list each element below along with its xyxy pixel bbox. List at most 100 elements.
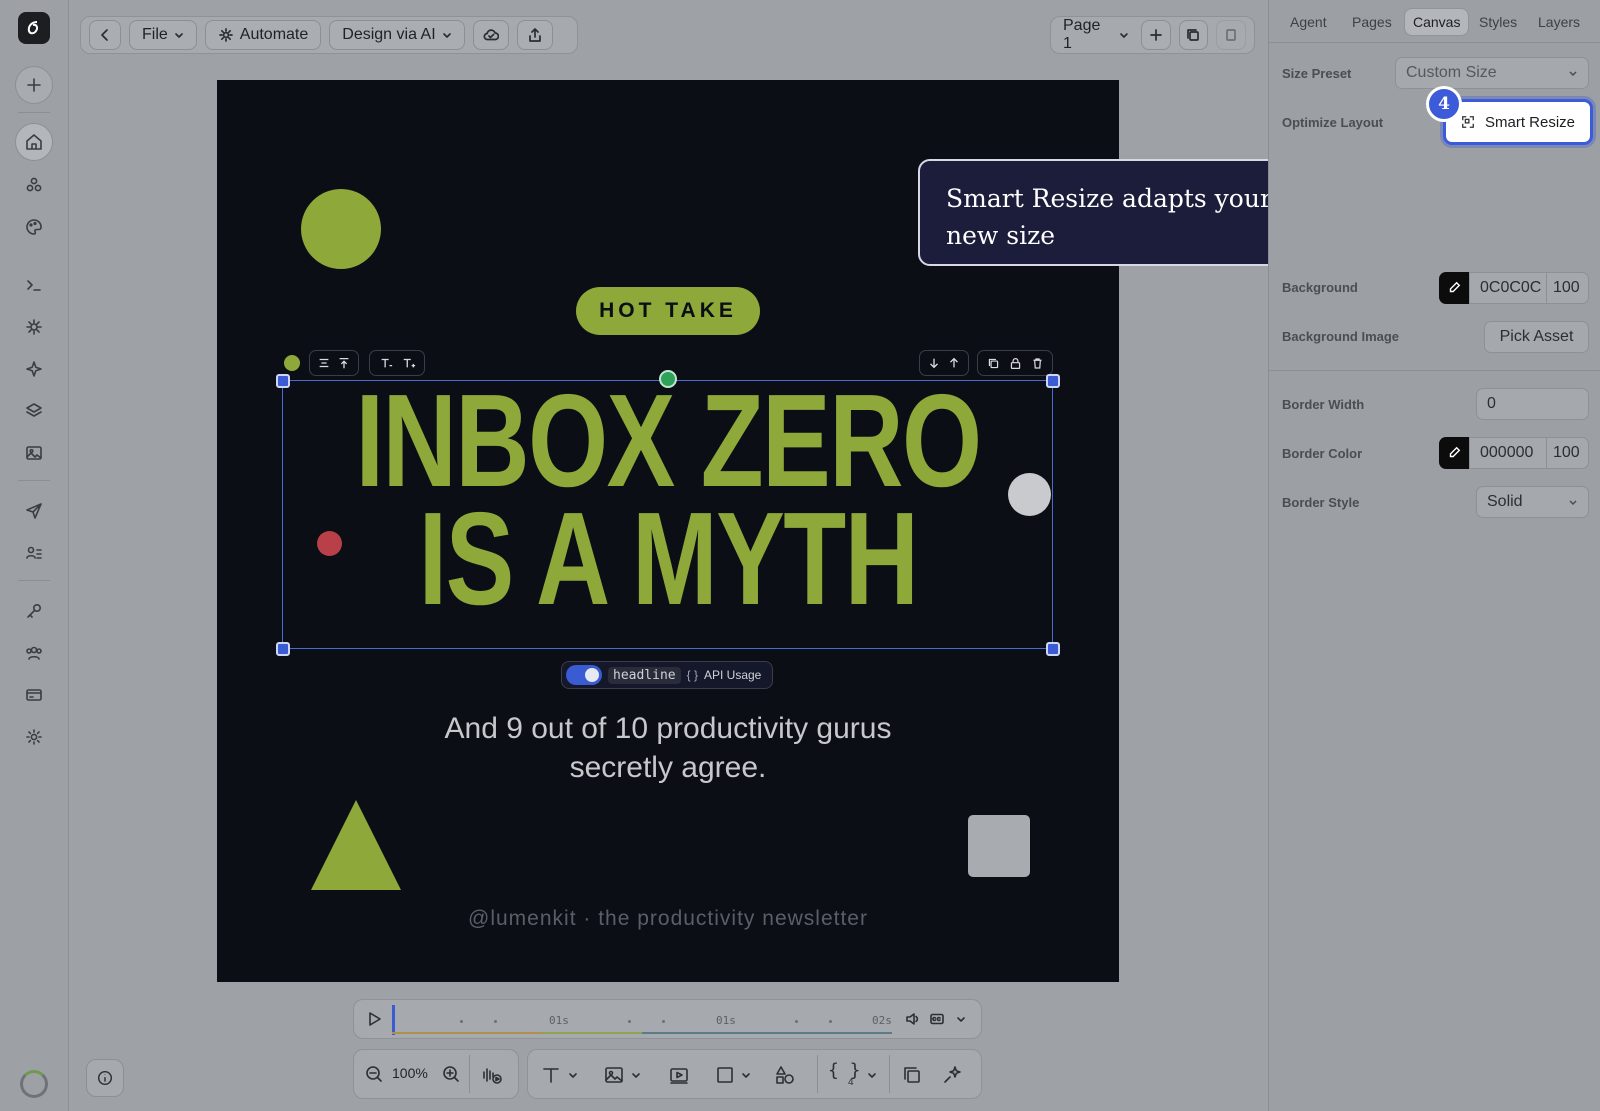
red-dot-shape[interactable]	[317, 531, 342, 556]
chevron-down-icon[interactable]	[631, 1070, 641, 1080]
background-label: Background	[1282, 280, 1358, 295]
back-button[interactable]	[89, 20, 121, 50]
rectangle-tool-icon[interactable]	[714, 1064, 736, 1086]
zoom-out-icon[interactable]	[364, 1064, 384, 1084]
cloud-sync-button[interactable]	[472, 20, 509, 50]
headline-line-1: INBOX ZERO	[355, 367, 982, 514]
tab-agent[interactable]: Agent	[1282, 8, 1335, 36]
chevron-left-icon	[101, 29, 108, 41]
send-icon[interactable]	[15, 492, 53, 530]
video-tool-icon[interactable]	[668, 1064, 690, 1086]
chevron-down-icon[interactable]	[867, 1070, 877, 1080]
share-button[interactable]	[516, 20, 553, 50]
text-tool-icon[interactable]	[540, 1064, 562, 1086]
key-icon[interactable]	[15, 592, 53, 630]
shapes-tool-icon[interactable]	[774, 1064, 796, 1086]
volume-icon[interactable]	[905, 1011, 921, 1027]
border-color-swatch[interactable]	[1439, 437, 1469, 469]
layers-icon[interactable]	[15, 392, 53, 430]
page-selector-label: Page 1	[1063, 17, 1101, 52]
layer-chip[interactable]: headline { } API Usage	[561, 661, 773, 689]
border-width-label: Border Width	[1282, 397, 1365, 412]
add-icon[interactable]	[15, 66, 53, 104]
resize-handle-bottom-right[interactable]	[1046, 642, 1060, 656]
optimize-layout-label: Optimize Layout	[1282, 115, 1384, 130]
sparkle-icon[interactable]	[15, 350, 53, 388]
palette-icon[interactable]	[15, 208, 53, 246]
duplicate-icon[interactable]	[987, 357, 1000, 370]
border-color-opacity-input[interactable]: 100	[1546, 437, 1589, 469]
smart-resize-button[interactable]: Smart Resize	[1443, 99, 1593, 145]
border-color-hex-input[interactable]: 000000	[1469, 437, 1547, 469]
tab-canvas[interactable]: Canvas	[1404, 8, 1470, 36]
green-triangle-shape[interactable]	[309, 798, 403, 892]
trash-icon[interactable]	[1031, 357, 1044, 370]
captions-icon[interactable]	[929, 1011, 945, 1027]
headline-text[interactable]: INBOX ZERO IS A MYTH	[217, 367, 1119, 632]
billing-icon[interactable]	[15, 676, 53, 714]
gray-square-shape[interactable]	[968, 815, 1030, 877]
duplicate-tool-icon[interactable]	[901, 1064, 923, 1086]
timeline-tick	[829, 1020, 832, 1023]
file-menu-button[interactable]: File	[129, 20, 197, 50]
playhead[interactable]	[392, 1005, 395, 1035]
zoom-in-icon[interactable]	[441, 1064, 461, 1084]
contacts-icon[interactable]	[15, 534, 53, 572]
components-icon[interactable]	[15, 166, 53, 204]
info-button[interactable]	[86, 1059, 124, 1097]
hot-take-badge[interactable]: HOT TAKE	[576, 287, 760, 335]
zoom-level[interactable]: 100%	[392, 1065, 428, 1081]
resize-handle-bottom-left[interactable]	[276, 642, 290, 656]
duplicate-page-button[interactable]	[1178, 20, 1209, 50]
add-page-button[interactable]	[1140, 20, 1171, 50]
size-preset-select[interactable]: Custom Size	[1395, 57, 1589, 89]
gray-circle-shape[interactable]	[1008, 473, 1051, 516]
automate-icon[interactable]	[15, 308, 53, 346]
headline-line-2: IS A MYTH	[418, 485, 919, 632]
timeline-marker: 02s	[872, 1014, 892, 1027]
tab-pages[interactable]: Pages	[1344, 8, 1400, 36]
tab-layers[interactable]: Layers	[1530, 8, 1588, 36]
zoom-controls: 100%	[353, 1049, 519, 1099]
settings-icon[interactable]	[15, 718, 53, 756]
chevron-down-icon[interactable]	[568, 1070, 578, 1080]
image-tool-icon[interactable]	[603, 1064, 625, 1086]
align-top-icon[interactable]	[337, 356, 351, 370]
layer-toggle[interactable]	[566, 665, 602, 685]
automate-button[interactable]: Automate	[204, 20, 322, 50]
play-icon[interactable]	[364, 1009, 384, 1029]
background-opacity-input[interactable]: 100	[1546, 272, 1589, 304]
design-via-ai-button[interactable]: Design via AI	[329, 20, 465, 50]
subtitle-text[interactable]: And 9 out of 10 productivity gurus secre…	[217, 709, 1119, 787]
magic-tool-icon[interactable]	[942, 1064, 964, 1086]
page-selector[interactable]: Page 1	[1059, 17, 1133, 52]
border-style-value: Solid	[1487, 493, 1523, 510]
variables-icon[interactable]: { }	[828, 1060, 861, 1081]
border-width-input[interactable]: 0	[1476, 388, 1589, 420]
team-icon[interactable]	[15, 634, 53, 672]
chevron-down-icon	[1569, 71, 1577, 77]
background-color-swatch[interactable]	[1439, 272, 1469, 304]
chevron-down-icon[interactable]	[741, 1070, 751, 1080]
automate-label: Automate	[239, 26, 309, 43]
timeline-bar[interactable]: 01s 01s 02s	[353, 999, 982, 1039]
text-color-swatch[interactable]	[284, 355, 300, 371]
lock-icon[interactable]	[1009, 357, 1022, 370]
terminal-icon[interactable]	[15, 266, 53, 304]
app-logo-icon[interactable]	[18, 12, 50, 44]
green-circle-shape[interactable]	[301, 189, 381, 269]
image-icon[interactable]	[15, 434, 53, 472]
pick-asset-button[interactable]: Pick Asset	[1484, 321, 1589, 353]
border-style-select[interactable]: Solid	[1476, 486, 1589, 518]
rail-divider	[18, 112, 50, 113]
smart-resize-icon	[1462, 116, 1474, 128]
home-icon[interactable]	[15, 123, 53, 161]
footer-text[interactable]: @lumenkit · the productivity newsletter	[217, 907, 1119, 931]
loading-spinner-icon	[20, 1070, 48, 1098]
align-center-icon[interactable]	[317, 356, 331, 370]
audio-wave-icon[interactable]	[480, 1063, 504, 1087]
chevron-down-icon[interactable]	[956, 1014, 966, 1024]
tab-styles[interactable]: Styles	[1471, 8, 1525, 36]
delete-page-button[interactable]	[1216, 20, 1247, 50]
background-hex-input[interactable]: 0C0C0C	[1469, 272, 1547, 304]
